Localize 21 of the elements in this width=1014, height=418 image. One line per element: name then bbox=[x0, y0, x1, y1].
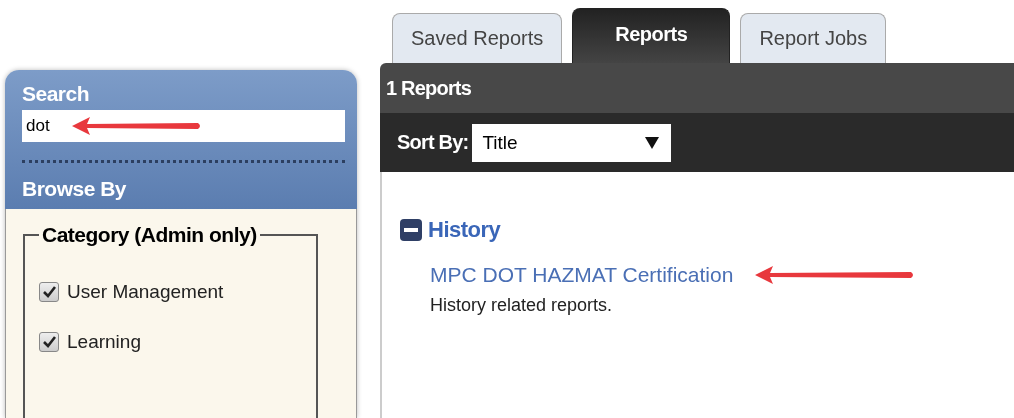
report-count: 1 Reports bbox=[386, 76, 472, 100]
checkbox[interactable] bbox=[39, 332, 59, 352]
tab[interactable]: Report Jobs bbox=[740, 13, 887, 63]
category-legend: Category (Admin only) bbox=[39, 223, 260, 247]
group-title: History bbox=[428, 217, 501, 243]
sort-label: Sort By: bbox=[397, 131, 469, 154]
checkbox-label: User Management bbox=[67, 281, 224, 303]
arrow-icon bbox=[755, 265, 916, 285]
report-description: History related reports. bbox=[430, 295, 614, 316]
tab[interactable]: Reports bbox=[572, 8, 731, 63]
checkbox[interactable] bbox=[39, 282, 59, 302]
report-link[interactable]: MPC DOT HAZMAT Certification bbox=[430, 263, 734, 287]
collapse-icon[interactable] bbox=[400, 219, 422, 241]
sort-dropdown[interactable]: Title bbox=[472, 123, 672, 162]
dropdown-caret-icon bbox=[645, 136, 660, 149]
search-label: Search bbox=[22, 82, 90, 106]
arrow-icon bbox=[72, 116, 202, 136]
browse-heading: Browse By bbox=[22, 177, 127, 201]
search-field[interactable]: dot bbox=[22, 110, 345, 142]
checkbox-label: Learning bbox=[67, 331, 141, 353]
tab[interactable]: Saved Reports bbox=[392, 13, 563, 63]
